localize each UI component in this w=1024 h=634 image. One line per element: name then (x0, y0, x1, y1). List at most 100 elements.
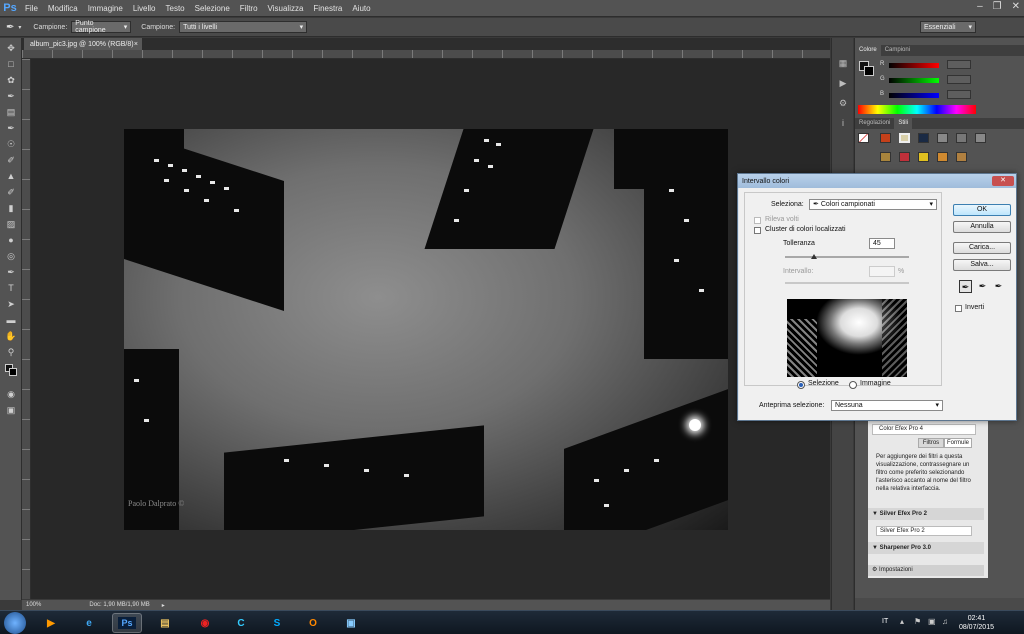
healing-tool-icon[interactable]: ☉ (4, 138, 18, 150)
channel-r-slider[interactable] (889, 63, 939, 68)
screen-mode-icon[interactable]: ▣ (4, 404, 18, 416)
filter-item-color-efex[interactable]: Color Efex Pro 4 (872, 424, 976, 435)
cancel-button[interactable]: Annulla (953, 221, 1011, 233)
sample-size-select[interactable]: Punto campione ▾ (71, 20, 132, 34)
style-swatch[interactable] (956, 133, 967, 143)
style-swatch[interactable] (899, 133, 910, 143)
tray-volume-icon[interactable]: ♫ (942, 617, 948, 626)
brush-tool-icon[interactable]: ✐ (4, 154, 18, 166)
document-image[interactable]: Paolo Dalprato © (124, 129, 728, 530)
save-button[interactable]: Salva... (953, 259, 1011, 271)
history-brush-icon[interactable]: ✐ (4, 186, 18, 198)
select-dropdown[interactable]: ✒ Colori campionati ▾ (809, 199, 937, 210)
document-tab[interactable]: album_pic3.jpg @ 100% (RGB/8) × (24, 38, 142, 50)
restore-icon[interactable]: ❐ (993, 1, 1002, 12)
quick-mask-icon[interactable]: ◉ (4, 388, 18, 400)
properties-icon[interactable]: ⚙ (836, 98, 850, 110)
info-icon[interactable]: i (836, 118, 850, 130)
section-sharpener[interactable]: ▼ Sharpener Pro 3.0 (868, 542, 984, 554)
tray-arrow-icon[interactable]: ▴ (900, 617, 904, 626)
tab-stili[interactable]: Stili (894, 118, 913, 129)
crop-tool-icon[interactable]: ▤ (4, 106, 18, 118)
stamp-tool-icon[interactable]: ▲ (4, 170, 18, 182)
antivirus-icon[interactable]: ◉ (190, 613, 220, 633)
actions-icon[interactable]: ▶ (836, 78, 850, 90)
slider-thumb[interactable] (810, 254, 817, 259)
color-spectrum[interactable] (858, 105, 976, 114)
style-swatch[interactable] (899, 152, 910, 162)
menu-livello[interactable]: Livello (128, 4, 161, 13)
close-icon[interactable]: ✕ (1012, 1, 1020, 12)
tab-formule[interactable]: Formule (944, 438, 972, 448)
menu-testo[interactable]: Testo (161, 4, 190, 13)
ok-button[interactable]: OK (953, 204, 1011, 216)
style-swatch[interactable] (918, 133, 929, 143)
tab-filtros[interactable]: Filtros (918, 438, 944, 448)
menu-filtro[interactable]: Filtro (235, 4, 263, 13)
eyedropper-icon[interactable]: ✒ (959, 280, 972, 293)
eyedropper-icon[interactable]: ✒ (6, 22, 14, 33)
photoshop-taskbar-icon[interactable]: Ps (112, 613, 142, 633)
menu-immagine[interactable]: Immagine (83, 4, 128, 13)
move-tool-icon[interactable]: ✥ (4, 42, 18, 54)
window-app-icon[interactable]: ▣ (336, 613, 366, 633)
workspace-select[interactable]: Essenziali ▾ (920, 21, 976, 33)
menu-file[interactable]: File (20, 4, 43, 13)
menu-visualizza[interactable]: Visualizza (263, 4, 309, 13)
zoom-tool-icon[interactable]: ⚲ (4, 346, 18, 358)
invert-checkbox[interactable] (955, 305, 962, 312)
tab-campioni[interactable]: Campioni (881, 45, 914, 56)
tray-flag-icon[interactable]: ⚑ (914, 617, 921, 626)
tray-network-icon[interactable]: ▣ (928, 617, 936, 626)
eyedropper-tool-icon[interactable]: ✒ (4, 122, 18, 134)
menu-aiuto[interactable]: Aiuto (347, 4, 375, 13)
style-swatch[interactable] (937, 152, 948, 162)
style-swatch[interactable] (880, 133, 891, 143)
chevron-down-icon[interactable]: ▾ (18, 24, 21, 31)
filter-item-silver-efex[interactable]: Silver Efex Pro 2 (876, 526, 972, 536)
style-swatch[interactable] (937, 133, 948, 143)
detect-faces-checkbox[interactable] (754, 217, 761, 224)
menu-selezione[interactable]: Selezione (190, 4, 235, 13)
start-button[interactable] (4, 612, 26, 634)
channel-b-slider[interactable] (889, 93, 939, 98)
tolerance-slider[interactable] (785, 254, 909, 259)
blur-tool-icon[interactable]: ● (4, 234, 18, 246)
menu-modifica[interactable]: Modifica (43, 4, 83, 13)
tolerance-input[interactable]: 45 (869, 238, 895, 249)
status-arrow-icon[interactable]: ▸ (162, 602, 165, 609)
tab-colore[interactable]: Colore (855, 45, 881, 56)
lasso-tool-icon[interactable]: ✿ (4, 74, 18, 86)
minimize-icon[interactable]: – (977, 1, 983, 12)
internet-explorer-icon[interactable]: e (74, 613, 104, 633)
channel-r-value[interactable] (947, 60, 971, 69)
channel-b-value[interactable] (947, 90, 971, 99)
media-player-icon[interactable]: ▶ (36, 613, 66, 633)
load-button[interactable]: Carica... (953, 242, 1011, 254)
gradient-tool-icon[interactable]: ▨ (4, 218, 18, 230)
localized-clusters-checkbox[interactable] (754, 227, 761, 234)
style-swatch[interactable] (975, 133, 986, 143)
dodge-tool-icon[interactable]: ◎ (4, 250, 18, 262)
type-tool-icon[interactable]: T (4, 282, 18, 294)
range-input[interactable] (869, 266, 895, 277)
shape-tool-icon[interactable]: ▬ (4, 314, 18, 326)
settings-button[interactable]: ⚙ Impostazioni (868, 565, 984, 576)
eyedropper-minus-icon[interactable]: ✒ (992, 280, 1005, 293)
outlook-icon[interactable]: O (298, 613, 328, 633)
channel-g-slider[interactable] (889, 78, 939, 83)
style-swatch[interactable] (956, 152, 967, 162)
radio-image[interactable] (849, 381, 857, 389)
radio-selection[interactable] (797, 381, 805, 389)
color-swatches-icon[interactable] (4, 364, 18, 376)
tab-regolazioni[interactable]: Regolazioni (855, 118, 894, 129)
eraser-tool-icon[interactable]: ▮ (4, 202, 18, 214)
eyedropper-plus-icon[interactable]: ✒ (976, 280, 989, 293)
hand-tool-icon[interactable]: ✋ (4, 330, 18, 342)
pen-tool-icon[interactable]: ✒ (4, 266, 18, 278)
sample-layers-select[interactable]: Tutti i livelli ▾ (179, 21, 308, 33)
background-color[interactable] (864, 66, 874, 76)
section-silver-efex[interactable]: ▼ Silver Efex Pro 2 (868, 508, 984, 520)
style-swatch[interactable] (880, 152, 891, 162)
clock[interactable]: 02:41 08/07/2015 (959, 614, 994, 632)
